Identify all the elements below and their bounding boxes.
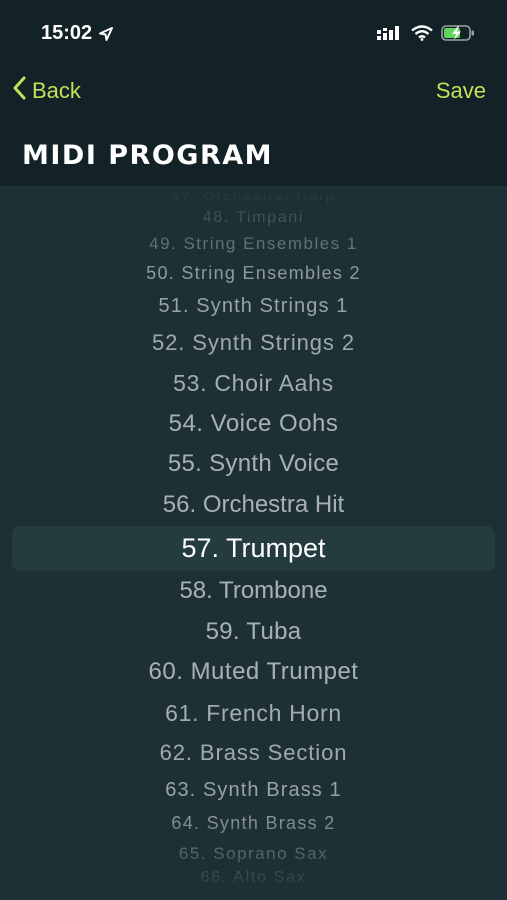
cellular-signal-icon: [377, 25, 403, 41]
status-icons: [377, 24, 475, 42]
picker-item[interactable]: 60. Muted Trumpet: [0, 660, 507, 684]
picker-item[interactable]: 47. Orchestral Harp: [0, 190, 507, 201]
chevron-left-icon: [12, 76, 26, 106]
picker-item[interactable]: 64. Synth Brass 2: [0, 814, 507, 832]
header: 15:02 Back Save MIDI PROGRAM: [0, 0, 507, 186]
status-time: 15:02: [41, 22, 93, 44]
status-time-group: 15:02: [41, 22, 114, 45]
picker-item[interactable]: 49. String Ensembles 1: [0, 235, 507, 252]
wifi-icon: [411, 25, 433, 41]
save-button[interactable]: Save: [436, 78, 486, 104]
picker-item[interactable]: 61. French Horn: [0, 701, 507, 725]
picker-item[interactable]: 62. Brass Section: [0, 742, 507, 764]
picker-item[interactable]: 59. Tuba: [0, 620, 507, 644]
midi-program-picker[interactable]: 46. Orchestral Harp47. Orchestral Harp48…: [0, 186, 507, 900]
picker-item[interactable]: 67. Tenor Sax: [0, 894, 507, 900]
battery-charging-icon: [441, 24, 475, 42]
picker-item[interactable]: 52. Synth Strings 2: [0, 332, 507, 354]
back-button[interactable]: Back: [12, 76, 81, 106]
page-title: MIDI PROGRAM: [22, 140, 274, 171]
picker-item[interactable]: 55. Synth Voice: [0, 452, 507, 476]
back-label: Back: [32, 78, 81, 103]
picker-item[interactable]: 54. Voice Oohs: [0, 412, 507, 436]
picker-item[interactable]: 48. Timpani: [0, 210, 507, 226]
picker-item[interactable]: 53. Choir Aahs: [0, 371, 507, 395]
picker-item[interactable]: 51. Synth Strings 1: [0, 296, 507, 316]
location-arrow-icon: [98, 26, 114, 42]
picker-item[interactable]: 50. String Ensembles 2: [0, 264, 507, 282]
picker-item-selected[interactable]: 57. Trumpet: [0, 534, 507, 562]
picker-item[interactable]: 63. Synth Brass 1: [0, 780, 507, 800]
picker-item[interactable]: 58. Trombone: [0, 579, 507, 603]
picker-item[interactable]: 65. Soprano Sax: [0, 845, 507, 862]
picker-item[interactable]: 66. Alto Sax: [0, 870, 507, 886]
picker-item[interactable]: 56. Orchestra Hit: [0, 493, 507, 517]
